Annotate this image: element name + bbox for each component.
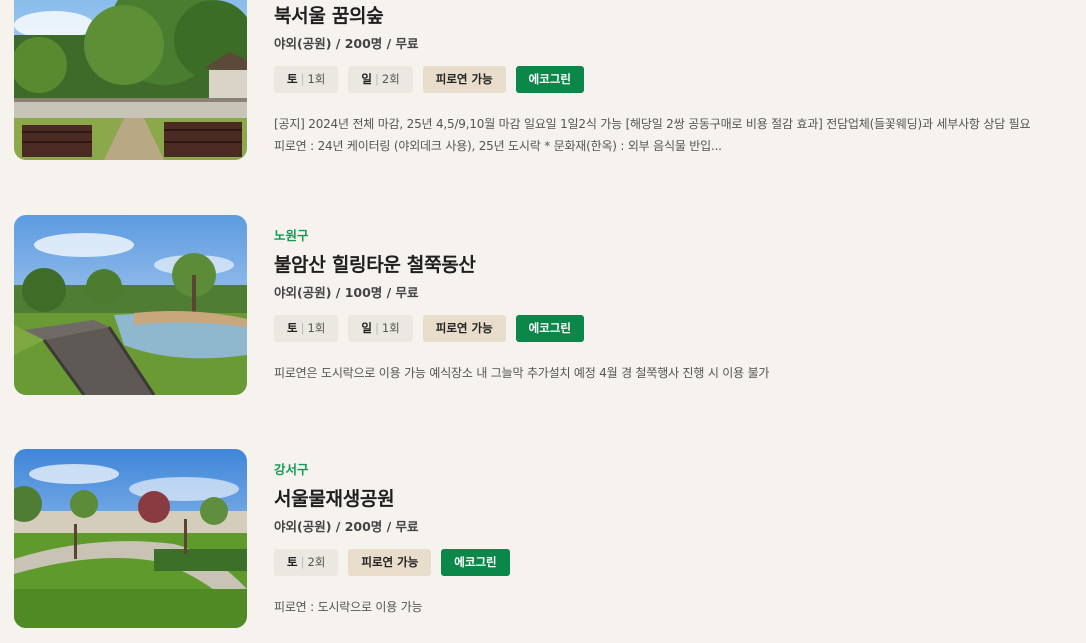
day-tag-saturday: 토 | 1회 <box>274 66 339 93</box>
day-label: 토 <box>287 555 298 569</box>
venue-meta: 야외(공원) / 100명 / 무료 <box>274 285 419 300</box>
venue-description: 피로연은 도시락으로 이용 가능 예식장소 내 그늘막 추가설치 예정 4월 경… <box>274 366 770 380</box>
pond-boardwalk-photo-icon <box>14 215 247 395</box>
venue-photo-hanok-garden[interactable] <box>14 0 247 160</box>
reception-tag: 피로연 가능 <box>422 315 506 342</box>
venue-photo-pond-boardwalk[interactable] <box>14 215 247 395</box>
day-count: 2회 <box>307 555 326 569</box>
day-label: 토 <box>287 72 298 86</box>
venue-list: 북서울 꿈의숲 야외(공원) / 200명 / 무료 토 | 1회 일 | 2회 피로연… <box>0 0 1086 643</box>
venue-district: 강서구 <box>274 462 309 477</box>
venue-tags: 토 | 1회 일 | 1회 피로연 가능 에코그린 <box>274 315 1046 342</box>
park-path-photo-icon <box>14 449 247 628</box>
day-label: 토 <box>287 321 298 335</box>
venue-name[interactable]: 불암산 힐링타운 철쭉동산 <box>274 252 1046 278</box>
day-tag-sunday: 일 | 1회 <box>348 315 413 342</box>
eco-green-tag: 에코그린 <box>441 549 510 576</box>
reception-tag: 피로연 가능 <box>422 66 506 93</box>
reception-tag: 피로연 가능 <box>348 549 432 576</box>
venue-description: [공지] 2024년 전체 마감, 25년 4,5/9,10월 마감 일요일 1… <box>274 117 1031 153</box>
venue-tags: 토 | 2회 피로연 가능 에코그린 <box>274 549 1046 576</box>
day-count: 2회 <box>381 72 400 86</box>
day-label: 일 <box>361 72 372 86</box>
day-label: 일 <box>361 321 372 335</box>
eco-green-tag: 에코그린 <box>515 315 584 342</box>
venue-district: 노원구 <box>274 228 309 243</box>
day-tag-saturday: 토 | 1회 <box>274 315 339 342</box>
venue-tags: 토 | 1회 일 | 2회 피로연 가능 에코그린 <box>274 66 1046 93</box>
day-tag-saturday: 토 | 2회 <box>274 549 339 576</box>
venue-meta: 야외(공원) / 200명 / 무료 <box>274 519 419 534</box>
venue-photo-park-path[interactable] <box>14 449 247 628</box>
day-count: 1회 <box>307 72 326 86</box>
eco-green-tag: 에코그린 <box>515 66 584 93</box>
venue-name[interactable]: 서울물재생공원 <box>274 486 1046 512</box>
venue-name[interactable]: 북서울 꿈의숲 <box>274 3 1046 29</box>
hanok-garden-photo-icon <box>14 0 247 160</box>
day-tag-sunday: 일 | 2회 <box>348 66 413 93</box>
venue-meta: 야외(공원) / 200명 / 무료 <box>274 36 419 51</box>
day-count: 1회 <box>307 321 326 335</box>
day-count: 1회 <box>381 321 400 335</box>
venue-description: 피로연 : 도시락으로 이용 가능 <box>274 600 423 614</box>
